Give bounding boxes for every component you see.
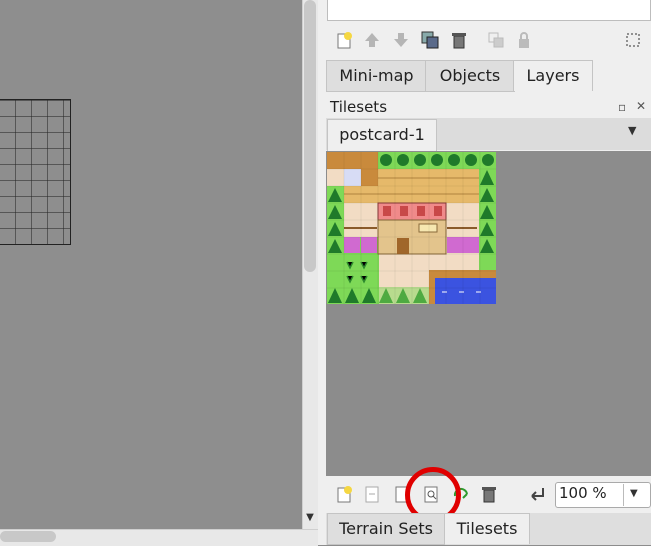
tileset-dropdown-icon[interactable]: ▼ — [628, 124, 636, 137]
dynamic-wrap-icon[interactable] — [526, 483, 548, 505]
vertical-scrollbar-thumb[interactable] — [304, 0, 316, 272]
lock-layer-icon[interactable] — [513, 29, 535, 51]
new-tileset-icon[interactable] — [334, 483, 356, 505]
import-tileset-icon[interactable] — [361, 483, 383, 505]
tab-postcard-1[interactable]: postcard-1 — [327, 119, 437, 151]
scroll-down-arrow-icon[interactable]: ▼ — [302, 512, 318, 526]
bottom-tab-bar: Terrain Sets Tilesets — [326, 513, 651, 545]
zoom-value: 100 % — [559, 484, 607, 502]
map-grid[interactable] — [0, 99, 71, 245]
tileset-image[interactable] — [327, 152, 496, 304]
delete-layer-icon[interactable] — [448, 29, 470, 51]
tab-layers[interactable]: Layers — [513, 60, 593, 91]
layer-list[interactable] — [327, 0, 651, 21]
horizontal-scrollbar-thumb[interactable] — [0, 531, 56, 542]
tab-mini-map[interactable]: Mini-map — [326, 60, 427, 92]
layer-settings-icon[interactable] — [622, 29, 644, 51]
new-layer-icon[interactable] — [334, 29, 356, 51]
raise-layer-icon[interactable] — [361, 29, 383, 51]
chevron-down-icon[interactable]: ▼ — [630, 488, 638, 499]
lower-layer-icon[interactable] — [390, 29, 412, 51]
merge-layer-icon[interactable] — [485, 29, 507, 51]
zoom-divider — [623, 484, 624, 506]
remove-tileset-icon[interactable] — [478, 483, 500, 505]
tilesets-panel-title: Tilesets — [330, 98, 388, 116]
float-panel-icon[interactable]: ▫ — [618, 100, 626, 114]
duplicate-layer-icon[interactable] — [419, 29, 441, 51]
close-panel-icon[interactable]: ✕ — [636, 99, 646, 113]
map-canvas[interactable] — [0, 0, 302, 529]
tab-tilesets[interactable]: Tilesets — [444, 513, 530, 544]
tab-terrain-sets[interactable]: Terrain Sets — [327, 513, 445, 545]
tab-objects[interactable]: Objects — [425, 60, 515, 92]
dock-splitter[interactable] — [318, 0, 326, 545]
